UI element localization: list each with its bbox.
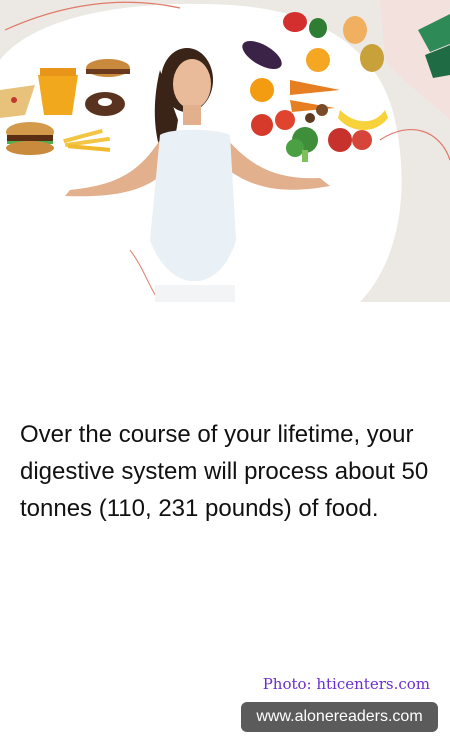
fact-text: Over the course of your lifetime, your d… — [20, 421, 429, 522]
hero-illustration — [0, 0, 450, 302]
hero-image — [0, 0, 450, 302]
site-url-badge[interactable]: www.alonereaders.com — [241, 702, 438, 732]
donut-icon — [85, 92, 125, 116]
photo-credit: Photo: hticenters.com — [262, 675, 430, 693]
takeout-box-icon — [38, 68, 78, 115]
